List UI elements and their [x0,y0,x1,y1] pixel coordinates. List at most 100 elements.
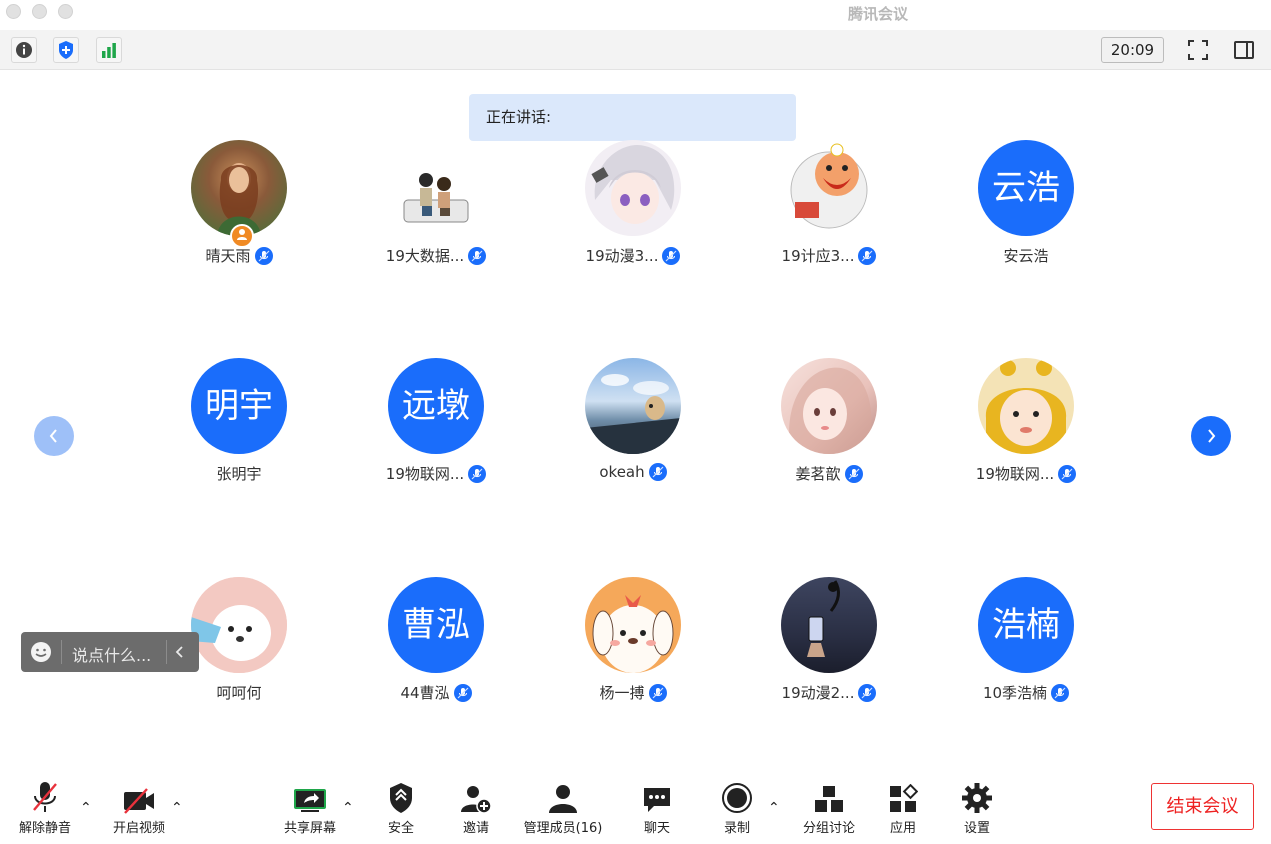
participant-name: 安云浩 [1003,247,1049,265]
apps-label: 应用 [889,821,916,836]
record-label: 录制 [723,821,750,836]
members-icon [549,785,577,813]
share-screen-label: 共享屏幕 [283,821,336,836]
top-toolbar: 20:09 [0,30,1271,70]
breakout-rooms-icon [815,786,843,812]
participant-name: 19物联网... [385,465,465,483]
invite-label: 邀请 [462,821,489,836]
avatar [781,577,877,673]
share-options-chevron-icon[interactable]: ⌃ [342,800,354,816]
host-badge [230,224,254,248]
participant-tile[interactable]: 曹泓 44曹泓 [341,577,531,703]
participant-name: 19动漫3... [585,247,659,265]
participant-tile[interactable]: 远墩 19物联网... [341,358,531,484]
title-bar: 腾讯会议 [0,0,1271,28]
participant-name: 姜茗歆 [795,465,841,483]
participant-tile[interactable]: 19动漫2... [734,577,924,703]
security-shield-button[interactable] [53,37,79,63]
invite-button[interactable]: 邀请 [453,770,499,844]
security-label: 安全 [387,821,414,836]
mic-icon [858,683,877,702]
apps-button[interactable]: 应用 [880,770,926,844]
participant-tile[interactable]: 杨一搏 [538,577,728,703]
avatar: 远墩 [388,358,484,454]
manage-members-label: 管理成员(16) [523,821,603,836]
chat-bubble-icon [644,788,670,812]
prev-page-button[interactable] [34,416,74,456]
mic-icon [1051,683,1070,702]
sidebar-toggle-button[interactable] [1231,37,1257,63]
mic-icon [648,463,667,481]
start-video-button[interactable]: 开启视频 [106,770,172,844]
settings-label: 设置 [963,821,990,836]
settings-button[interactable]: 设置 [954,770,1000,844]
participant-name: 44曹泓 [400,684,450,702]
avatar [191,577,287,673]
avatar: 曹泓 [388,577,484,673]
chevron-left-icon [49,429,57,443]
fullscreen-icon [1188,40,1208,60]
emoji-icon[interactable] [30,641,52,663]
participant-tile[interactable]: okeah [538,358,728,481]
collapse-chevron-icon[interactable] [174,645,186,659]
avatar [781,140,877,236]
breakout-rooms-button[interactable]: 分组讨论 [798,770,860,844]
record-options-chevron-icon[interactable]: ⌃ [768,800,780,816]
mic-icon [468,246,487,265]
mic-icon [254,246,273,265]
manage-members-button[interactable]: 管理成员(16) [521,770,605,844]
participant-tile[interactable]: 19计应3... [734,140,924,266]
avatar [585,358,681,454]
participant-name: 19动漫2... [781,684,855,702]
record-button[interactable]: 录制 [714,770,760,844]
end-meeting-button[interactable]: 结束会议 [1151,783,1254,830]
mic-muted-icon [33,782,57,812]
security-button[interactable]: 安全 [378,770,424,844]
sidebar-icon [1234,41,1254,59]
video-options-chevron-icon[interactable]: ⌃ [171,800,183,816]
gear-icon [962,783,992,813]
share-screen-button[interactable]: 共享屏幕 [278,770,342,844]
network-signal-button[interactable] [96,37,122,63]
participant-name: 张明宇 [216,465,262,483]
chevron-right-icon [1208,429,1216,443]
shield-icon [390,783,412,813]
shield-icon [59,41,73,59]
mic-icon [453,683,472,702]
meeting-info-button[interactable] [11,37,37,63]
info-icon [16,42,32,58]
avatar [585,577,681,673]
participant-name: okeah [599,463,645,481]
unmute-button[interactable]: 解除静音 [12,770,78,844]
video-off-icon [124,788,154,814]
avatar: 明宇 [191,358,287,454]
quick-chat-bar[interactable]: 说点什么... [21,632,199,672]
participant-tile[interactable]: 19大数据... [341,140,531,266]
avatar: 浩楠 [978,577,1074,673]
mic-icon [844,464,863,483]
mic-icon [662,246,681,265]
participant-tile[interactable]: 19物联网... [931,358,1121,484]
fullscreen-button[interactable] [1185,37,1211,63]
participant-name: 呵呵何 [216,684,262,702]
speaking-indicator: 正在讲话: [469,94,796,141]
participant-name: 19大数据... [385,247,465,265]
participant-tile[interactable]: 晴天雨 [144,140,334,266]
participant-tile[interactable]: 云浩 安云浩 [931,140,1121,266]
participant-tile[interactable]: 明宇 张明宇 [144,358,334,484]
apps-grid-icon [890,784,918,812]
chat-input-placeholder[interactable]: 说点什么... [72,642,151,666]
bottom-control-bar: 解除静音 ⌃ 开启视频 ⌃ 共享屏幕 ⌃ 安全 邀请 管理成员(16) 聊天 录… [0,770,1271,844]
participant-tile[interactable]: 姜茗歆 [734,358,924,484]
participant-tile[interactable]: 19动漫3... [538,140,728,266]
start-video-label: 开启视频 [112,821,165,836]
participant-tile[interactable]: 浩楠 10季浩楠 [931,577,1121,703]
share-screen-icon [294,789,326,812]
avatar: 云浩 [978,140,1074,236]
chat-button[interactable]: 聊天 [634,770,680,844]
audio-options-chevron-icon[interactable]: ⌃ [80,800,92,816]
avatar [585,140,681,236]
mic-icon [648,683,667,702]
mic-icon [1058,464,1077,483]
next-page-button[interactable] [1191,416,1231,456]
